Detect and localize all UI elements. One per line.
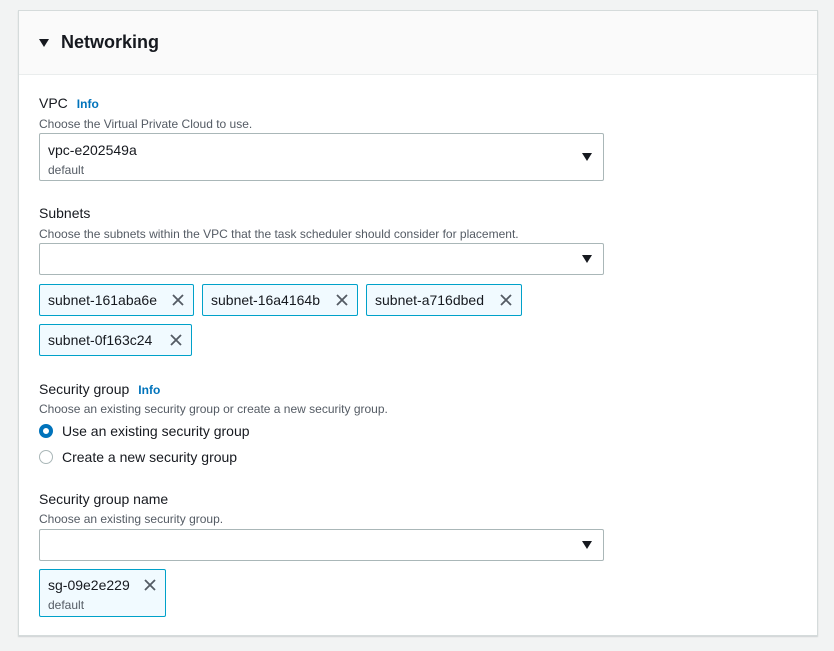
close-icon[interactable] (335, 293, 349, 307)
security-group-description: Choose an existing security group or cre… (39, 402, 388, 416)
token-label: subnet-0f163c24 (48, 332, 153, 348)
vpc-selected-value: vpc-e202549a (48, 142, 137, 158)
chevron-down-icon (582, 541, 592, 549)
token-label: subnet-161aba6e (48, 292, 157, 308)
vpc-label-row: VPC Info (39, 95, 99, 111)
radio-create-new[interactable]: Create a new security group (39, 449, 237, 465)
subnets-label-row: Subnets (39, 205, 90, 221)
token-label: subnet-16a4164b (211, 292, 320, 308)
chevron-down-icon (582, 255, 592, 263)
subnets-select[interactable] (39, 243, 604, 275)
security-group-name-label: Security group name (39, 491, 169, 507)
token-label: subnet-a716dbed (375, 292, 484, 308)
radio-button-checked[interactable] (39, 424, 53, 438)
chevron-down-icon (582, 153, 592, 161)
security-group-name-label-row: Security group name (39, 491, 168, 507)
security-group-label: Security group (39, 381, 130, 397)
subnet-token: subnet-0f163c24 (39, 324, 192, 356)
vpc-description: Choose the Virtual Private Cloud to use. (39, 117, 253, 131)
security-group-name-select[interactable] (39, 529, 604, 561)
close-icon[interactable] (499, 293, 513, 307)
caret-down-icon[interactable] (39, 38, 49, 47)
close-icon[interactable] (169, 333, 183, 347)
close-icon[interactable] (143, 578, 157, 592)
subnet-token: subnet-16a4164b (202, 284, 358, 316)
subnet-token: subnet-161aba6e (39, 284, 194, 316)
networking-panel: Networking VPC Info Choose the Virtual P… (18, 10, 818, 636)
networking-section-header[interactable]: Networking (19, 11, 817, 75)
radio-use-existing[interactable]: Use an existing security group (39, 423, 250, 439)
token-sub: default (48, 598, 85, 612)
security-group-token: sg-09e2e229 default (39, 569, 166, 617)
security-group-name-description: Choose an existing security group. (39, 512, 224, 526)
section-title: Networking (61, 32, 160, 52)
radio-label: Create a new security group (62, 449, 238, 465)
vpc-selected-sub: default (48, 163, 85, 177)
close-icon[interactable] (171, 293, 185, 307)
vpc-info-link[interactable]: Info (77, 97, 99, 111)
radio-button[interactable] (39, 450, 53, 464)
vpc-select[interactable]: vpc-e202549a default (39, 133, 604, 181)
security-group-info-link[interactable]: Info (138, 383, 160, 397)
subnet-token: subnet-a716dbed (366, 284, 522, 316)
token-label: sg-09e2e229 (48, 577, 130, 593)
radio-label: Use an existing security group (62, 423, 250, 439)
subnets-description: Choose the subnets within the VPC that t… (39, 227, 519, 241)
subnets-label: Subnets (39, 205, 91, 221)
security-group-label-row: Security group Info (39, 381, 160, 397)
vpc-label: VPC (39, 95, 68, 111)
